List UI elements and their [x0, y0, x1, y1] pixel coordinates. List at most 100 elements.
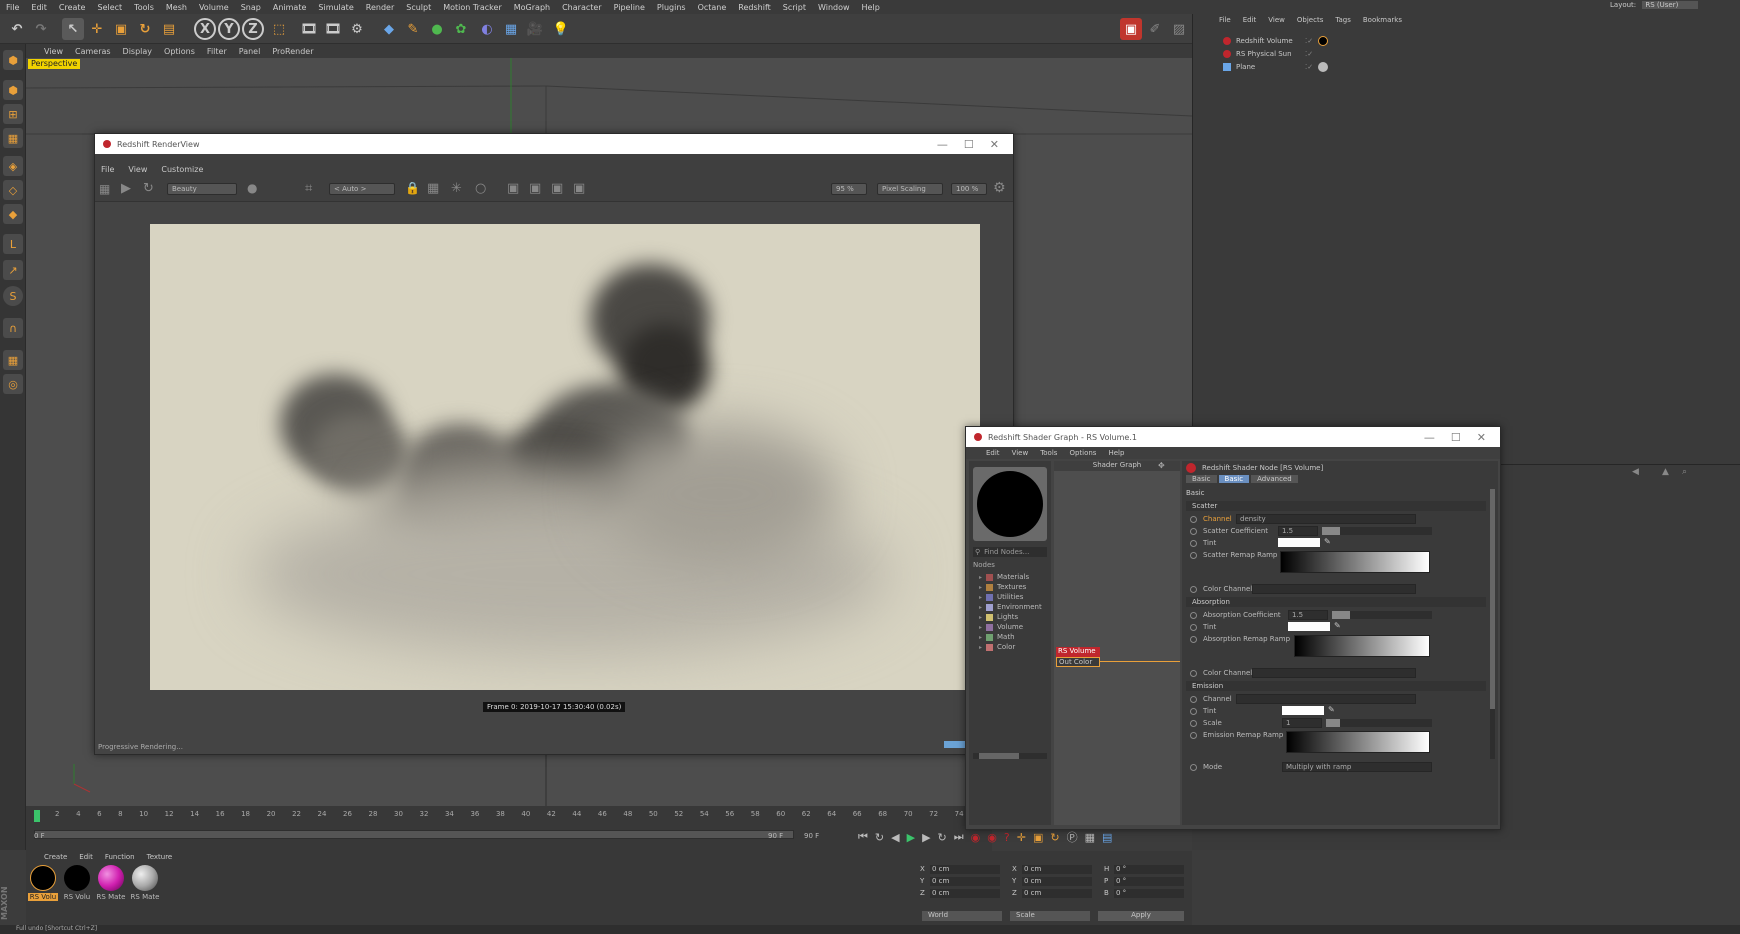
- minimize-icon[interactable]: —: [937, 138, 948, 151]
- material-tag-icon[interactable]: [1318, 35, 1329, 46]
- camera-select[interactable]: < Auto >: [329, 183, 395, 195]
- shadergraph-menu-item[interactable]: View: [1012, 449, 1029, 457]
- absorption-tint-swatch[interactable]: [1288, 622, 1330, 631]
- save-image-icon[interactable]: ▣: [507, 181, 519, 196]
- aov-select[interactable]: Beauty: [167, 183, 237, 195]
- viewport-menu-item[interactable]: Cameras: [75, 47, 111, 56]
- node-port[interactable]: Out Color: [1056, 657, 1100, 667]
- absorption-coef-slider[interactable]: [1332, 611, 1432, 619]
- menu-item[interactable]: Snap: [241, 3, 261, 12]
- record-icon[interactable]: ◉: [971, 831, 981, 844]
- autokey-icon[interactable]: ◉: [987, 831, 997, 844]
- coord-value-field[interactable]: 0 cm: [930, 889, 1000, 898]
- coord-value-field[interactable]: 0 cm: [930, 865, 1000, 874]
- node-category-item[interactable]: ▸ Volume: [979, 622, 1023, 632]
- rs-volume-node[interactable]: RS Volume Out Color: [1056, 647, 1100, 667]
- material-menu-item[interactable]: Function: [105, 853, 135, 861]
- menu-item[interactable]: Motion Tracker: [443, 3, 502, 12]
- object-menu-item[interactable]: Edit: [1243, 16, 1257, 24]
- absorption-section[interactable]: Absorption: [1186, 597, 1486, 607]
- object-menu-item[interactable]: File: [1219, 16, 1231, 24]
- cube-icon[interactable]: ◆: [378, 18, 400, 40]
- rot-key-icon[interactable]: ↻: [1050, 831, 1059, 844]
- menu-item[interactable]: Character: [562, 3, 602, 12]
- maximize-icon[interactable]: ☐: [964, 138, 974, 151]
- pla-key-icon[interactable]: ▦: [1085, 831, 1095, 844]
- layout-panel-icon[interactable]: ▣: [1120, 18, 1142, 40]
- object-row[interactable]: RS Physical Sun ⁚✓: [1223, 47, 1723, 60]
- renderview-menu-item[interactable]: View: [128, 165, 147, 174]
- zoom-field[interactable]: 95 %: [831, 183, 867, 195]
- coord-system-icon[interactable]: ⬚: [268, 18, 290, 40]
- object-menu-item[interactable]: Bookmarks: [1363, 16, 1402, 24]
- loop-icon[interactable]: ↻: [938, 831, 947, 844]
- menu-item[interactable]: Window: [818, 3, 850, 12]
- model-mode-icon[interactable]: ⬢: [3, 80, 23, 100]
- apply-button[interactable]: Apply: [1098, 911, 1184, 921]
- snap-icon[interactable]: S: [3, 286, 23, 306]
- node-category-item[interactable]: ▸ Math: [979, 632, 1015, 642]
- shadergraph-menu-item[interactable]: Edit: [986, 449, 1000, 457]
- viewport-menu-item[interactable]: Panel: [239, 47, 261, 56]
- renderview-titlebar[interactable]: Redshift RenderView — ☐ ✕: [95, 134, 1013, 154]
- shadergraph-menu-item[interactable]: Help: [1108, 449, 1124, 457]
- end-frame-field-2[interactable]: 90 F: [804, 832, 819, 840]
- maximize-icon[interactable]: ☐: [1451, 431, 1461, 444]
- viewport-menu-item[interactable]: Options: [164, 47, 195, 56]
- menu-item[interactable]: Select: [97, 3, 122, 12]
- make-editable-icon[interactable]: ⬢: [3, 50, 23, 70]
- camera-icon[interactable]: 🎥: [524, 18, 546, 40]
- render-settings-icon[interactable]: ⚙: [346, 18, 368, 40]
- node-category-item[interactable]: ▸ Color: [979, 642, 1015, 652]
- scale-tool-icon[interactable]: ▣: [110, 18, 132, 40]
- layout-selector[interactable]: Layout: RS (User): [1610, 1, 1699, 9]
- eyedropper-icon[interactable]: ✎: [1324, 537, 1331, 546]
- scatter-channel-field[interactable]: density: [1236, 514, 1416, 524]
- material-menu-item[interactable]: Create: [44, 853, 67, 861]
- rotate-tool-icon[interactable]: ↻: [134, 18, 156, 40]
- expand-arrow-icon[interactable]: ▸: [979, 604, 982, 611]
- menu-item[interactable]: Volume: [199, 3, 229, 12]
- visibility-icon[interactable]: ⁚✓: [1305, 37, 1313, 45]
- emission-scale-slider[interactable]: [1326, 719, 1432, 727]
- points-mode-icon[interactable]: ◈: [3, 156, 23, 176]
- viewport-menu-item[interactable]: Display: [123, 47, 153, 56]
- tab-basic-active[interactable]: Basic: [1218, 475, 1250, 483]
- timeline-ruler[interactable]: 0246810121416182022242628303234363840424…: [34, 810, 964, 822]
- emission-mode-select[interactable]: Multiply with ramp: [1282, 762, 1432, 772]
- last-tool-icon[interactable]: ▤: [158, 18, 180, 40]
- edges-mode-icon[interactable]: ◇: [3, 180, 23, 200]
- menu-item[interactable]: Edit: [31, 3, 47, 12]
- end-frame-field[interactable]: 90 F: [768, 832, 783, 840]
- object-menu-item[interactable]: Tags: [1335, 16, 1351, 24]
- brush-icon[interactable]: ✐: [1144, 18, 1166, 40]
- expand-arrow-icon[interactable]: ▸: [979, 614, 982, 621]
- search-icon[interactable]: ⌕: [1682, 467, 1687, 477]
- close-icon[interactable]: ✕: [1477, 431, 1486, 444]
- menu-item[interactable]: Animate: [273, 3, 307, 12]
- scatter-section[interactable]: Scatter: [1186, 501, 1486, 511]
- menu-item[interactable]: Simulate: [318, 3, 353, 12]
- renderview-menu-item[interactable]: Customize: [161, 165, 203, 174]
- scatter-coef-slider[interactable]: [1322, 527, 1432, 535]
- pos-key-icon[interactable]: ✛: [1017, 831, 1026, 844]
- menu-item[interactable]: Help: [862, 3, 880, 12]
- visibility-icon[interactable]: ⁚✓: [1305, 63, 1313, 71]
- paint-icon[interactable]: ▨: [1168, 18, 1190, 40]
- scale-key-icon[interactable]: ▣: [1033, 831, 1043, 844]
- circle-icon[interactable]: ○: [475, 181, 486, 196]
- emission-tint-swatch[interactable]: [1282, 706, 1324, 715]
- texture-mode-icon[interactable]: ⊞: [3, 104, 23, 124]
- render-image[interactable]: [150, 224, 980, 690]
- material-item[interactable]: RS Mate: [130, 865, 160, 907]
- props-scrollbar[interactable]: [1490, 489, 1495, 759]
- goto-end-icon[interactable]: ⏭: [954, 830, 964, 844]
- render-picture-icon[interactable]: 🎞: [322, 18, 344, 40]
- viewport-menu-item[interactable]: ProRender: [272, 47, 313, 56]
- absorption-color-channel-field[interactable]: [1252, 668, 1416, 678]
- expand-arrow-icon[interactable]: ▸: [979, 574, 982, 581]
- camera-badge[interactable]: Perspective: [28, 59, 81, 69]
- coord-value-field[interactable]: 0 cm: [930, 877, 1000, 886]
- zoom2-field[interactable]: 100 %: [951, 183, 987, 195]
- subdivision-icon[interactable]: ●: [426, 18, 448, 40]
